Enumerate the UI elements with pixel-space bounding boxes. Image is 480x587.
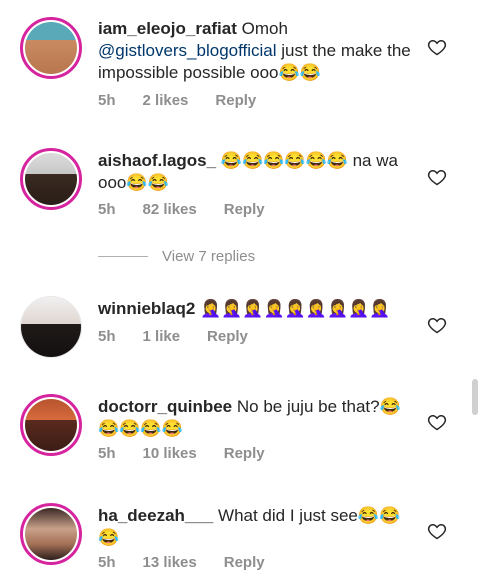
avatar[interactable] — [20, 503, 82, 565]
reply-button[interactable]: Reply — [224, 554, 265, 571]
comment-likes[interactable]: 1 like — [143, 328, 181, 345]
reply-button[interactable]: Reply — [207, 328, 248, 345]
heart-outline-icon[interactable] — [427, 37, 447, 57]
comment-time: 5h — [98, 328, 116, 345]
comment-meta: 5h 10 likes Reply — [98, 445, 292, 462]
reply-button[interactable]: Reply — [224, 201, 265, 218]
comment-meta: 5h 1 like Reply — [98, 328, 275, 345]
comment-time: 5h — [98, 445, 116, 462]
mention-link[interactable]: @gistlovers_blogofficial — [98, 41, 277, 60]
reply-button[interactable]: Reply — [224, 445, 265, 462]
comment-likes[interactable]: 10 likes — [143, 445, 197, 462]
comment-meta: 5h 13 likes Reply — [98, 554, 292, 571]
comment-text: doctorr_quinbee No be juju be that?😂😂😂😂😂 — [98, 397, 401, 438]
comment-time: 5h — [98, 92, 116, 109]
comment-meta: 5h 2 likes Reply — [98, 92, 283, 109]
comment-text: iam_eleojo_rafiat Omoh @gistlovers_blogo… — [98, 19, 411, 82]
divider — [98, 256, 148, 257]
comment-likes[interactable]: 2 likes — [143, 92, 189, 109]
comment-username[interactable]: ha_deezah___ — [98, 506, 213, 525]
heart-outline-icon[interactable] — [427, 412, 447, 432]
comment-text: winnieblaq2 🤦‍♀️🤦‍♀️🤦‍♀️🤦‍♀️🤦‍♀️🤦‍♀️🤦‍♀️… — [98, 299, 391, 318]
heart-outline-icon[interactable] — [427, 315, 447, 335]
heart-outline-icon[interactable] — [427, 521, 447, 541]
view-replies-label: View 7 replies — [162, 248, 256, 265]
comment-time: 5h — [98, 554, 116, 571]
reply-button[interactable]: Reply — [215, 92, 256, 109]
view-replies-button[interactable]: View 7 replies — [98, 248, 255, 265]
comment-meta: 5h 82 likes Reply — [98, 201, 292, 218]
comment-likes[interactable]: 13 likes — [143, 554, 197, 571]
comment-likes[interactable]: 82 likes — [143, 201, 197, 218]
comment-text: ha_deezah___ What did I just see😂😂😂 — [98, 506, 401, 547]
comment-text: aishaof.lagos_ 😂😂😂😂😂😂 na wa ooo😂😂 — [98, 151, 398, 192]
scrollbar[interactable] — [472, 379, 478, 415]
comment-username[interactable]: iam_eleojo_rafiat — [98, 19, 237, 38]
avatar[interactable] — [20, 17, 82, 79]
comment-username[interactable]: doctorr_quinbee — [98, 397, 232, 416]
comment-time: 5h — [98, 201, 116, 218]
avatar[interactable] — [20, 296, 82, 358]
avatar[interactable] — [20, 148, 82, 210]
comment-username[interactable]: aishaof.lagos_ — [98, 151, 216, 170]
comment-username[interactable]: winnieblaq2 — [98, 299, 195, 318]
heart-outline-icon[interactable] — [427, 167, 447, 187]
avatar[interactable] — [20, 394, 82, 456]
